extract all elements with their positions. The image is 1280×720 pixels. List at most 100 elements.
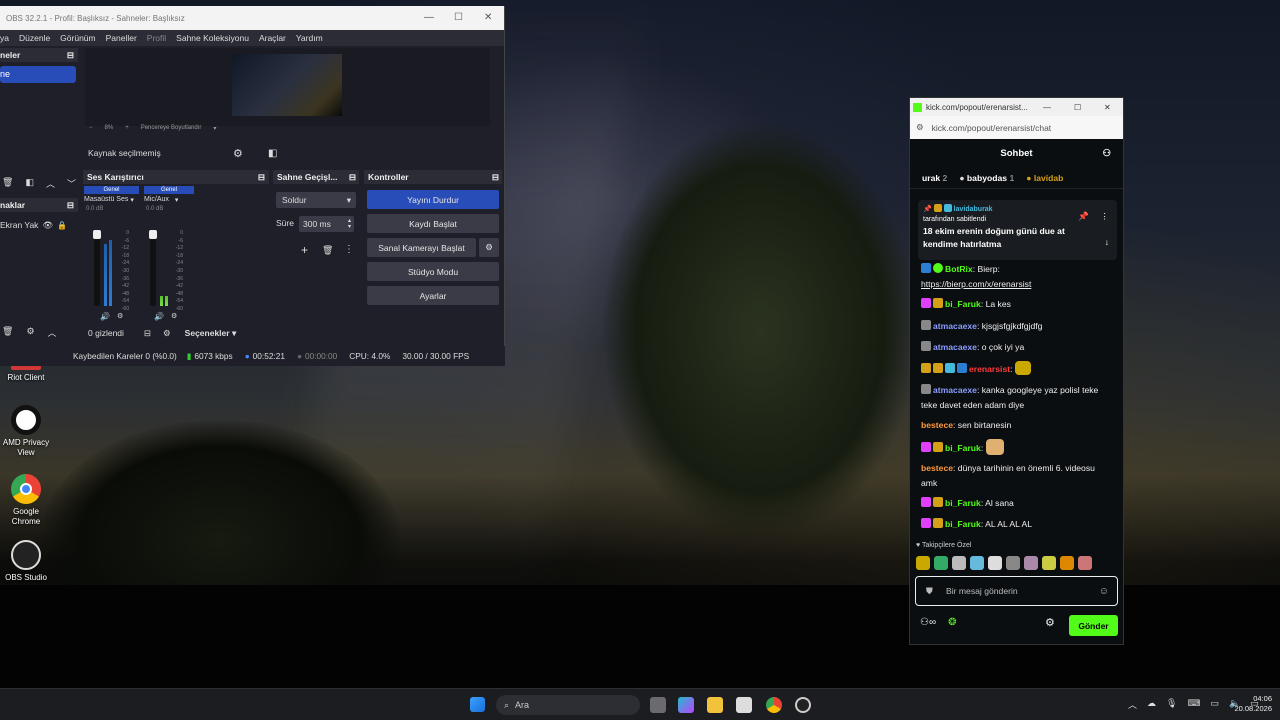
maximize-icon[interactable]: ☐ [454, 12, 463, 23]
desktop-icon-amd[interactable]: AMD Privacy View [2, 405, 50, 458]
obs-titlebar[interactable]: OBS 32.2.1 - Profil: Başlıksız - Sahnele… [0, 6, 504, 30]
chat-username[interactable]: bestece [921, 463, 953, 473]
dock-menu-icon[interactable]: ⊟ [349, 172, 356, 183]
menu-profile[interactable]: Profil [147, 33, 166, 43]
send-button[interactable]: Gönder [1069, 615, 1118, 636]
mixer-link-icon[interactable]: ⚙ [163, 328, 171, 339]
menu-docks[interactable]: Paneller [106, 33, 137, 43]
taskbar-search[interactable]: ⌕ Ara [496, 695, 640, 715]
gifter[interactable]: ● lavidab [1026, 173, 1063, 183]
emote-icon[interactable] [988, 556, 1002, 570]
resize-to-window[interactable]: Pencereye Boyutlandır [141, 125, 202, 131]
emote-icon[interactable] [1024, 556, 1038, 570]
browser-titlebar[interactable]: kick.com/popout/erenarsist... — ☐ ✕ [910, 98, 1123, 116]
channel-name[interactable]: Mic/Aux ▾ [144, 196, 194, 204]
move-up-icon[interactable]: ︿ [46, 177, 55, 191]
options-button[interactable]: Seçenekler ▾ [185, 328, 237, 339]
chat-username[interactable]: bi_Faruk [945, 498, 981, 508]
close-icon[interactable]: ✕ [484, 12, 492, 23]
chat-input[interactable]: ⛊ Bir mesaj gönderin ☺ [915, 576, 1118, 606]
chevron-down-icon[interactable]: ▾ [175, 196, 179, 204]
chat-username[interactable]: bi_Faruk [945, 443, 981, 453]
zoom-dropdown-icon[interactable]: ▾ [213, 125, 216, 132]
store-icon[interactable] [736, 697, 752, 713]
unpin-icon[interactable]: 📌 [1078, 210, 1089, 223]
menu-file[interactable]: ya [0, 33, 9, 43]
spinner-icon[interactable]: ▴ ▾ [348, 218, 351, 230]
more-icon[interactable]: ⋮ [344, 244, 354, 255]
minimize-icon[interactable]: — [424, 12, 434, 23]
gifter[interactable]: urak 2 [922, 173, 947, 183]
source-item[interactable]: Ekran Yak 👁 🔒 [0, 218, 78, 232]
menu-help[interactable]: Yardım [296, 33, 323, 43]
file-explorer-icon[interactable] [707, 697, 723, 713]
maximize-icon[interactable]: ☐ [1074, 103, 1081, 112]
menu-edit[interactable]: Düzenle [19, 33, 50, 43]
users-icon[interactable]: ⚇ [1102, 148, 1111, 159]
emote-icon[interactable] [1042, 556, 1056, 570]
chat-link[interactable]: https://bierp.com/x/erenarsist [921, 279, 1031, 289]
emote-icon[interactable] [1078, 556, 1092, 570]
start-virtual-camera-button[interactable]: Sanal Kamerayı Başlat [367, 238, 476, 257]
volume-slider[interactable] [93, 230, 101, 306]
chat-username[interactable]: atmacaexe [933, 385, 977, 395]
remove-source-icon[interactable]: 🗑 [2, 326, 13, 340]
emote-icon[interactable] [934, 556, 948, 570]
mute-icon[interactable]: 🔊 [154, 312, 164, 321]
preview-area[interactable] [85, 48, 490, 126]
channel-name[interactable]: Masaüstü Ses ▾ [84, 196, 139, 204]
slider-handle[interactable] [93, 230, 101, 239]
chat-username[interactable]: erenarsist [969, 364, 1010, 374]
menu-view[interactable]: Görünüm [60, 33, 95, 43]
zoom-out-icon[interactable]: − [89, 125, 93, 131]
cloud-icon[interactable]: ☁ [1147, 698, 1156, 711]
move-up-icon[interactable]: ︿ [48, 326, 57, 340]
emoji-icon[interactable]: ☺ [1099, 586, 1109, 597]
filter-icon[interactable]: ◧ [25, 177, 34, 191]
users-infinity-icon[interactable]: ⚇∞ [920, 617, 936, 628]
move-down-icon[interactable]: ﹀ [67, 177, 76, 191]
chat-settings-icon[interactable]: ⚙ [1045, 616, 1055, 629]
lock-icon[interactable]: 🔒 [57, 221, 67, 230]
stop-stream-button[interactable]: Yayını Durdur [367, 190, 499, 209]
dock-menu-icon[interactable]: ⊟ [67, 50, 74, 61]
remove-transition-icon[interactable]: 🗑 [322, 245, 333, 256]
collapse-icon[interactable]: ↓ [1105, 236, 1109, 249]
emote-icon[interactable] [970, 556, 984, 570]
menu-scene-collection[interactable]: Sahne Koleksiyonu [176, 33, 249, 43]
network-icon[interactable]: ▭ [1210, 698, 1219, 711]
mixer-layout-icon[interactable]: ⊟ [144, 328, 151, 339]
emote-icon[interactable] [1006, 556, 1020, 570]
chat-username[interactable]: bi_Faruk [945, 519, 981, 529]
emote-icon[interactable] [952, 556, 966, 570]
remove-scene-icon[interactable]: 🗑 [2, 177, 13, 191]
virtual-camera-settings-icon[interactable]: ⚙ [479, 238, 499, 257]
settings-button[interactable]: Ayarlar [367, 286, 499, 305]
duration-input[interactable]: 300 ms ▴ ▾ [299, 216, 354, 232]
source-settings-icon[interactable]: ⚙ [26, 326, 34, 340]
address-bar[interactable]: ⚙ kick.com/popout/erenarsist/chat [910, 116, 1123, 139]
gifter[interactable]: ● babyodas 1 [959, 173, 1014, 183]
pinned-author[interactable]: lavidaburak [954, 206, 993, 213]
menu-tools[interactable]: Araçlar [259, 33, 286, 43]
dock-menu-icon[interactable]: ⊟ [492, 172, 499, 183]
start-icon[interactable] [470, 697, 485, 712]
minimize-icon[interactable]: — [1043, 103, 1051, 112]
task-view-icon[interactable] [650, 697, 666, 713]
start-recording-button[interactable]: Kaydı Başlat [367, 214, 499, 233]
emote-icon[interactable] [1060, 556, 1074, 570]
keyboard-icon[interactable]: ⌨ [1187, 698, 1200, 711]
mute-icon[interactable]: 🔊 [100, 312, 110, 321]
zoom-in-icon[interactable]: + [125, 125, 129, 131]
desktop-icon-obs[interactable]: OBS Studio [2, 540, 50, 583]
chat-username[interactable]: BotRix [945, 264, 973, 274]
source-filters-icon[interactable]: ◧ [268, 148, 277, 159]
scene-item-selected[interactable]: ne [0, 66, 76, 83]
dock-menu-icon[interactable]: ⊟ [67, 200, 74, 211]
dock-menu-icon[interactable]: ⊟ [258, 172, 265, 183]
emote-icon[interactable] [916, 556, 930, 570]
kick-green-icon[interactable]: ❂ [948, 617, 956, 628]
studio-mode-button[interactable]: Stüdyo Modu [367, 262, 499, 281]
obs-taskbar-icon[interactable] [795, 697, 811, 713]
slider-handle[interactable] [149, 230, 157, 239]
